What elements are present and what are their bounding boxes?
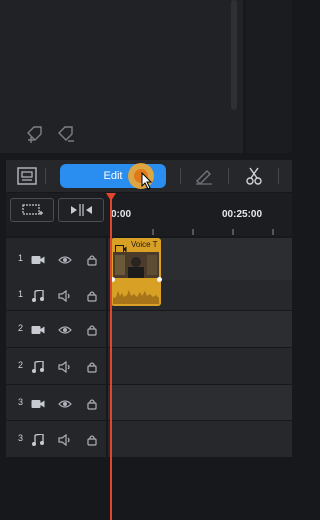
video-clip-icon xyxy=(115,241,127,254)
add-track-button[interactable] xyxy=(10,198,54,222)
audio-track-icon xyxy=(31,433,45,446)
ruler-tick xyxy=(232,229,234,235)
audio-waveform xyxy=(113,282,159,304)
clip-thumbnail xyxy=(113,252,159,278)
toolbar-divider xyxy=(180,168,181,184)
video-track-icon xyxy=(31,253,45,265)
visibility-eye-icon[interactable] xyxy=(58,323,72,335)
scissors-icon[interactable] xyxy=(244,166,264,186)
audio-track-icon xyxy=(31,289,45,302)
toolbar-divider xyxy=(228,168,229,184)
track-lane-audio[interactable] xyxy=(108,421,292,458)
lock-icon[interactable] xyxy=(86,289,100,302)
track-number: 3 xyxy=(18,396,24,407)
track-lane-audio[interactable] xyxy=(108,348,292,385)
track-number: 3 xyxy=(18,433,24,443)
lock-icon[interactable] xyxy=(86,360,100,373)
library-scrollbar[interactable] xyxy=(231,0,237,110)
storyboard-icon[interactable] xyxy=(16,166,38,186)
track-number: 2 xyxy=(18,360,24,370)
side-panel xyxy=(246,0,292,153)
volume-speaker-icon[interactable] xyxy=(58,360,72,374)
pen-icon[interactable] xyxy=(194,167,214,185)
track-lane-video[interactable] xyxy=(108,385,292,421)
visibility-eye-icon[interactable] xyxy=(58,253,72,265)
audio-track-icon xyxy=(31,360,45,373)
ruler-tick xyxy=(192,229,194,235)
remove-tag-icon[interactable] xyxy=(56,124,76,144)
edit-button-label: Edit xyxy=(103,170,123,182)
add-tag-icon[interactable] xyxy=(25,124,45,144)
lock-icon[interactable] xyxy=(86,433,100,446)
clip-handle-right[interactable] xyxy=(157,277,162,282)
toolbar-divider xyxy=(278,168,279,184)
track-number: 1 xyxy=(18,253,24,263)
split-clip-button[interactable] xyxy=(58,198,104,222)
lock-icon[interactable] xyxy=(86,253,100,266)
playhead[interactable] xyxy=(110,196,112,520)
volume-speaker-icon[interactable] xyxy=(58,289,72,303)
clip-title: Voice T xyxy=(131,240,158,249)
volume-speaker-icon[interactable] xyxy=(58,433,72,447)
ruler-tick xyxy=(152,229,154,235)
visibility-eye-icon[interactable] xyxy=(58,397,72,409)
lock-icon[interactable] xyxy=(86,323,100,336)
timecode-start: 0:00 xyxy=(111,209,132,220)
track-number: 1 xyxy=(18,289,24,299)
ruler-tick xyxy=(272,229,274,235)
timecode-mark: 00:25:00 xyxy=(222,209,263,220)
video-track-icon xyxy=(31,323,45,335)
track-lane-video[interactable] xyxy=(108,311,292,348)
video-track-icon xyxy=(31,397,45,409)
toolbar-divider xyxy=(45,168,46,184)
track-number: 2 xyxy=(18,323,24,333)
mouse-pointer-icon xyxy=(141,171,153,190)
lock-icon[interactable] xyxy=(86,397,100,410)
